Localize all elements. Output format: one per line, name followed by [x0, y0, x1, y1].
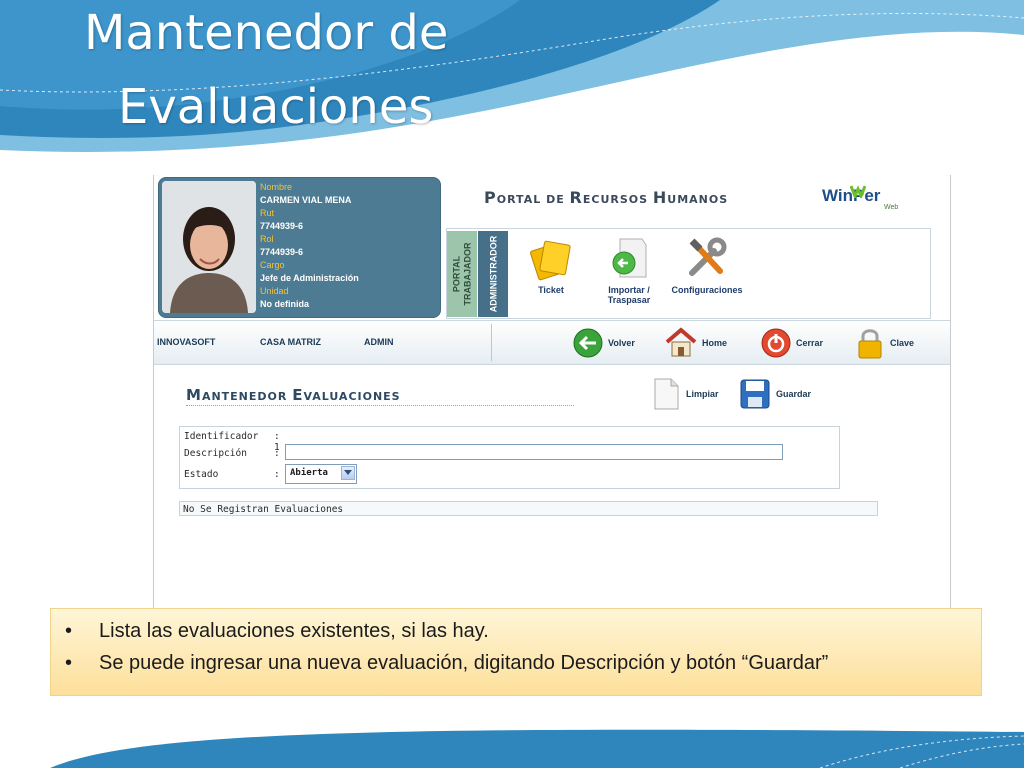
descripcion-input[interactable]: [285, 444, 783, 460]
name-label: Nombre: [260, 182, 293, 192]
name-value: CARMEN VIAL MENA: [260, 195, 352, 205]
nav-user[interactable]: ADMIN: [364, 337, 394, 347]
cerrar-button[interactable]: Cerrar: [760, 326, 823, 360]
id-label: Identificador: [184, 431, 259, 442]
cargo-label: Cargo: [260, 260, 285, 270]
estado-select[interactable]: Abierta: [285, 464, 357, 484]
avatar: [162, 181, 256, 313]
power-icon: [761, 328, 791, 358]
document-icon: [654, 378, 679, 410]
back-arrow-icon: [573, 328, 603, 358]
tools-icon: [689, 237, 727, 276]
id-row: Identificador : 1: [184, 431, 280, 453]
slide-footer-wave: [50, 729, 1024, 768]
home-button[interactable]: Home: [664, 326, 727, 360]
estado-label: Estado: [184, 469, 219, 480]
person-photo-icon: [162, 181, 256, 313]
evaluation-form: Identificador : 1 Descripción : Estado :…: [179, 426, 840, 489]
desc-row: Descripción :: [184, 448, 280, 459]
profile-card: Nombre CARMEN VIAL MENA Rut 7744939-6 Ro…: [158, 177, 441, 318]
nav-company[interactable]: INNOVASOFT: [157, 337, 215, 347]
portal-title: PORTAL DE RECURSOS HUMANOS: [484, 188, 729, 207]
nav-branch[interactable]: CASA MATRIZ: [260, 337, 321, 347]
nav-bar: INNOVASOFT CASA MATRIZ ADMIN Volver Home: [154, 320, 950, 365]
unidad-value: No definida: [260, 299, 309, 309]
chevron-down-icon: [341, 466, 355, 480]
estado-row: Estado :: [184, 469, 280, 480]
volver-button[interactable]: Volver: [572, 326, 635, 360]
profile-info: Nombre CARMEN VIAL MENA Rut 7744939-6 Ro…: [260, 181, 359, 311]
evaluations-empty-message: No Se Registran Evaluaciones: [179, 501, 878, 516]
ticket-icon: [530, 240, 571, 281]
import-icon: [612, 238, 647, 278]
floppy-disk-icon: [740, 379, 770, 409]
menu-item-importar[interactable]: Importar / Traspasar: [589, 235, 669, 305]
app-window: Nombre CARMEN VIAL MENA Rut 7744939-6 Ro…: [153, 175, 951, 610]
unidad-label: Unidad: [260, 286, 289, 296]
winper-logo: WinPer Web: [822, 185, 899, 211]
rut-value: 7744939-6: [260, 221, 304, 231]
menu-item-ticket[interactable]: Ticket: [511, 235, 591, 295]
home-icon: [665, 327, 697, 357]
tab-administrador[interactable]: ADMINISTRADOR: [478, 231, 508, 317]
slide-title: Mantenedor de Evaluaciones: [84, 5, 449, 135]
rol-value: 7744939-6: [260, 247, 304, 257]
slide-notes: • Lista las evaluaciones existentes, si …: [50, 608, 982, 696]
guardar-button[interactable]: Guardar: [740, 376, 811, 412]
form-title: MANTENEDOR EVALUACIONES: [186, 386, 574, 406]
tab-portal-trabajador[interactable]: PORTAL TRABAJADOR: [447, 231, 477, 317]
nav-divider: [491, 324, 492, 361]
rut-label: Rut: [260, 208, 275, 218]
logo-mark-icon: [850, 185, 866, 198]
limpiar-button[interactable]: Limpiar: [652, 376, 719, 412]
rol-label: Rol: [260, 234, 274, 244]
menu-item-configuraciones[interactable]: Configuraciones: [661, 235, 753, 295]
portal-menu: PORTAL TRABAJADOR ADMINISTRADOR Ticket I…: [446, 228, 931, 319]
clave-button[interactable]: Clave: [854, 326, 914, 360]
cargo-value: Jefe de Administración: [260, 273, 359, 283]
desc-label: Descripción: [184, 448, 247, 459]
lock-icon: [858, 329, 882, 359]
